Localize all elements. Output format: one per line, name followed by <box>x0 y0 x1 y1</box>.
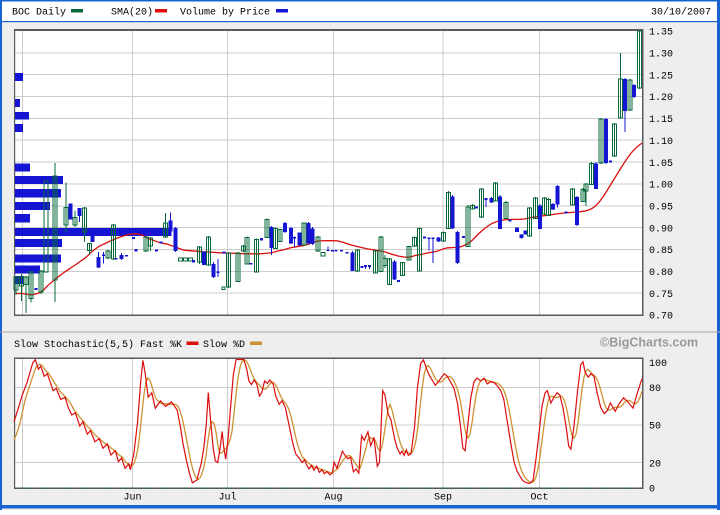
svg-text:30/10/2007: 30/10/2007 <box>651 7 711 19</box>
svg-text:1.05: 1.05 <box>649 159 673 170</box>
svg-text:1.20: 1.20 <box>649 93 673 104</box>
svg-text:0: 0 <box>649 484 655 495</box>
svg-text:1.30: 1.30 <box>649 50 673 61</box>
svg-text:Slow Stochastic(5,5) Fast %K: Slow Stochastic(5,5) Fast %K <box>14 339 182 351</box>
svg-text:1.35: 1.35 <box>649 28 673 39</box>
svg-text:Volume by Price: Volume by Price <box>180 7 270 19</box>
svg-text:0.95: 0.95 <box>649 202 673 213</box>
svg-text:Sep: Sep <box>434 493 452 504</box>
svg-text:Aug: Aug <box>324 493 342 504</box>
svg-text:SMA(20): SMA(20) <box>111 7 153 19</box>
svg-text:1.25: 1.25 <box>649 71 673 82</box>
svg-text:20: 20 <box>649 459 661 470</box>
svg-text:80: 80 <box>649 384 661 395</box>
svg-text:Oct: Oct <box>530 493 548 504</box>
svg-text:BOC Daily: BOC Daily <box>12 7 66 19</box>
svg-text:Jun: Jun <box>123 493 141 504</box>
svg-text:Slow %D: Slow %D <box>203 339 245 351</box>
svg-text:1.00: 1.00 <box>649 181 673 192</box>
svg-text:©BigCharts.com: ©BigCharts.com <box>600 336 698 350</box>
svg-text:0.75: 0.75 <box>649 290 673 301</box>
svg-text:50: 50 <box>649 422 661 433</box>
svg-text:0.85: 0.85 <box>649 246 673 257</box>
svg-text:Jul: Jul <box>218 492 236 504</box>
svg-text:1.15: 1.15 <box>649 115 673 126</box>
svg-text:0.90: 0.90 <box>649 224 673 235</box>
svg-text:100: 100 <box>649 359 667 370</box>
svg-text:0.80: 0.80 <box>649 268 673 279</box>
svg-text:1.10: 1.10 <box>649 137 673 148</box>
svg-text:0.70: 0.70 <box>649 312 673 323</box>
